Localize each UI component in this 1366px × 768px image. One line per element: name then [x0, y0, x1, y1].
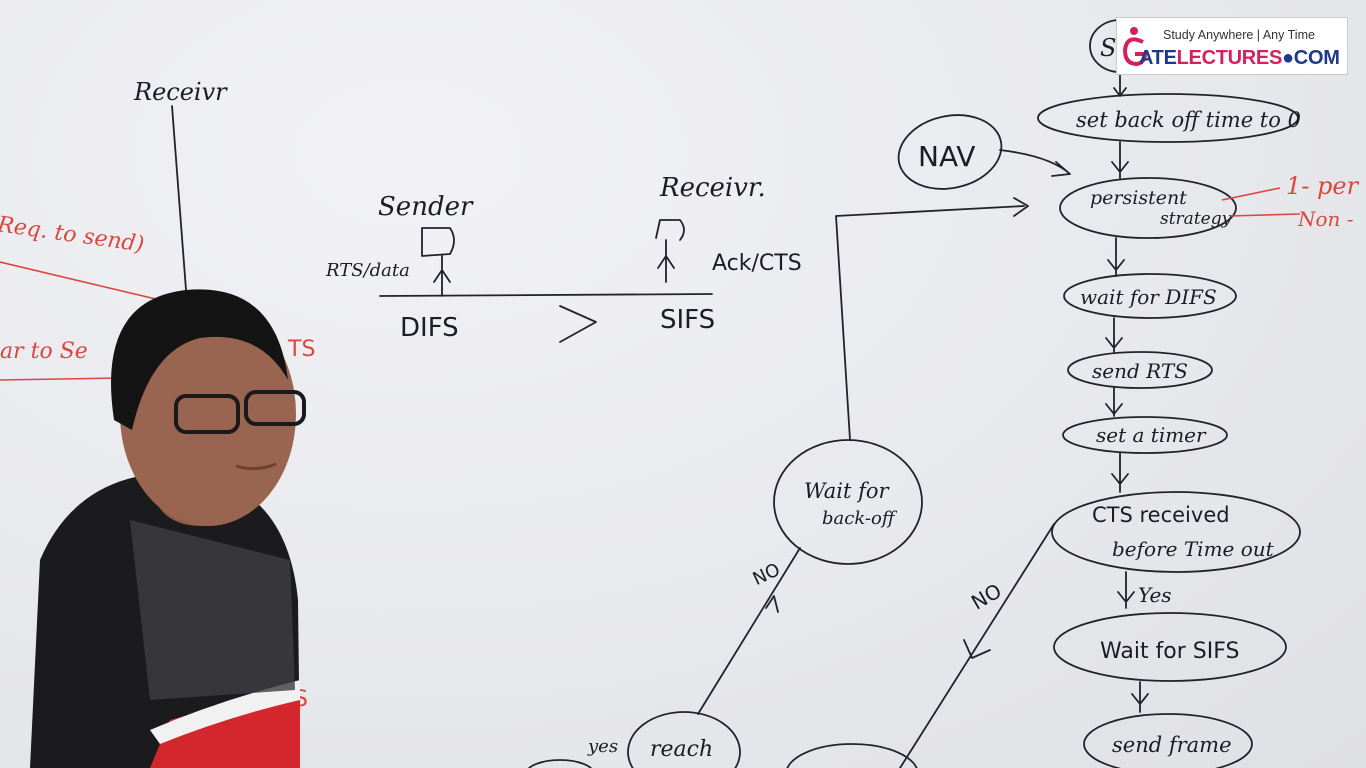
send-rts-text: send RTS — [1092, 359, 1188, 383]
start-fragment: S — [1100, 34, 1116, 62]
sifs-label: SIFS — [660, 305, 715, 335]
loop-line — [835, 197, 1029, 441]
wait-backoff-text-2: back-off — [822, 508, 898, 529]
logo-tagline: Study Anywhere | Any Time — [1163, 28, 1315, 42]
yes-bottom-label: yes — [587, 736, 618, 757]
timeline-line — [379, 293, 713, 297]
req-to-send-label: Req. to send) — [0, 212, 146, 257]
arrow-difs-to-rts — [1105, 317, 1123, 353]
no-branch-line — [899, 523, 1055, 768]
set-backoff-text: set back off time to 0 — [1076, 108, 1301, 132]
arrow-start-to-backoff — [1113, 73, 1127, 97]
video-frame: Receivr Req. to send) ar to Se TS S Send… — [0, 0, 1366, 768]
nav-text: NAV — [918, 140, 975, 173]
persistent-text-2: strategy — [1160, 209, 1232, 229]
cts-text-1: CTS received — [1092, 503, 1230, 527]
middle-receiver-label: Receivr. — [659, 173, 766, 203]
wait-difs-text: wait for DIFS — [1080, 285, 1217, 309]
wait-backoff-text-1: Wait for — [804, 479, 891, 503]
logo-word-com: COM — [1293, 47, 1340, 69]
arrow-rts-to-timer — [1105, 387, 1123, 417]
set-timer-text: set a timer — [1096, 423, 1207, 447]
whiteboard: Receivr Req. to send) ar to Se TS S Send… — [0, 19, 1360, 768]
difs-label: DIFS — [400, 313, 459, 343]
rts-data-label: RTS/data — [325, 260, 410, 281]
ack-cts-label: Ack/CTS — [712, 251, 802, 276]
red-branch-1 — [1221, 187, 1281, 201]
arrow-backoff-to-persistent — [1111, 141, 1129, 179]
logo-wordmark: ATELECTURES●COM — [1139, 47, 1340, 70]
yes-label: Yes — [1138, 583, 1172, 607]
clear-to-send-label: ar to Se — [0, 339, 88, 364]
no-label-left: NO — [750, 559, 784, 590]
bottom-left-node — [527, 759, 593, 768]
left-receiver-label: Receivr — [133, 78, 228, 106]
bottom-middle-node — [786, 743, 918, 768]
arrow-sifs-to-frame — [1131, 681, 1149, 713]
arrow-cts-to-sifs — [1117, 571, 1135, 609]
greater-than-sign — [559, 305, 597, 343]
sender-arrow — [433, 255, 451, 297]
receiver-frame-mark — [655, 219, 685, 241]
one-persistent-label: 1- per — [1286, 172, 1360, 200]
logo-dot-icon: ● — [1282, 47, 1294, 69]
logo-word-ate: ATE — [1139, 47, 1177, 69]
arrow-reach-to-backoff — [697, 547, 801, 715]
sender-frame-mark — [421, 227, 455, 257]
arrow-nav-to-persistent — [999, 149, 1071, 177]
arrow-persistent-to-difs — [1107, 237, 1125, 277]
non-persistent-label: Non - — [1297, 207, 1354, 231]
send-frame-text: send frame — [1112, 733, 1232, 757]
receiver-arrow — [657, 239, 675, 283]
persistent-text-1: persistent — [1090, 187, 1187, 209]
left-vertical-line — [171, 105, 187, 291]
logo-word-lectures: LECTURES — [1176, 47, 1283, 69]
wait-sifs-text: Wait for SIFS — [1100, 639, 1240, 664]
arrow-timer-to-cts — [1111, 452, 1129, 493]
red-arrow-line-1 — [0, 261, 161, 301]
gatelectures-logo: Study Anywhere | Any Time ATELECTURES●CO… — [1116, 17, 1348, 75]
red-branch-2 — [1229, 213, 1301, 217]
cts-text-2: before Time out — [1112, 537, 1275, 561]
red-arrow-line-2 — [0, 377, 121, 381]
sender-label: Sender — [378, 192, 474, 222]
cts-fragment: TS — [287, 337, 315, 362]
reach-fragment: reach — [650, 737, 713, 762]
